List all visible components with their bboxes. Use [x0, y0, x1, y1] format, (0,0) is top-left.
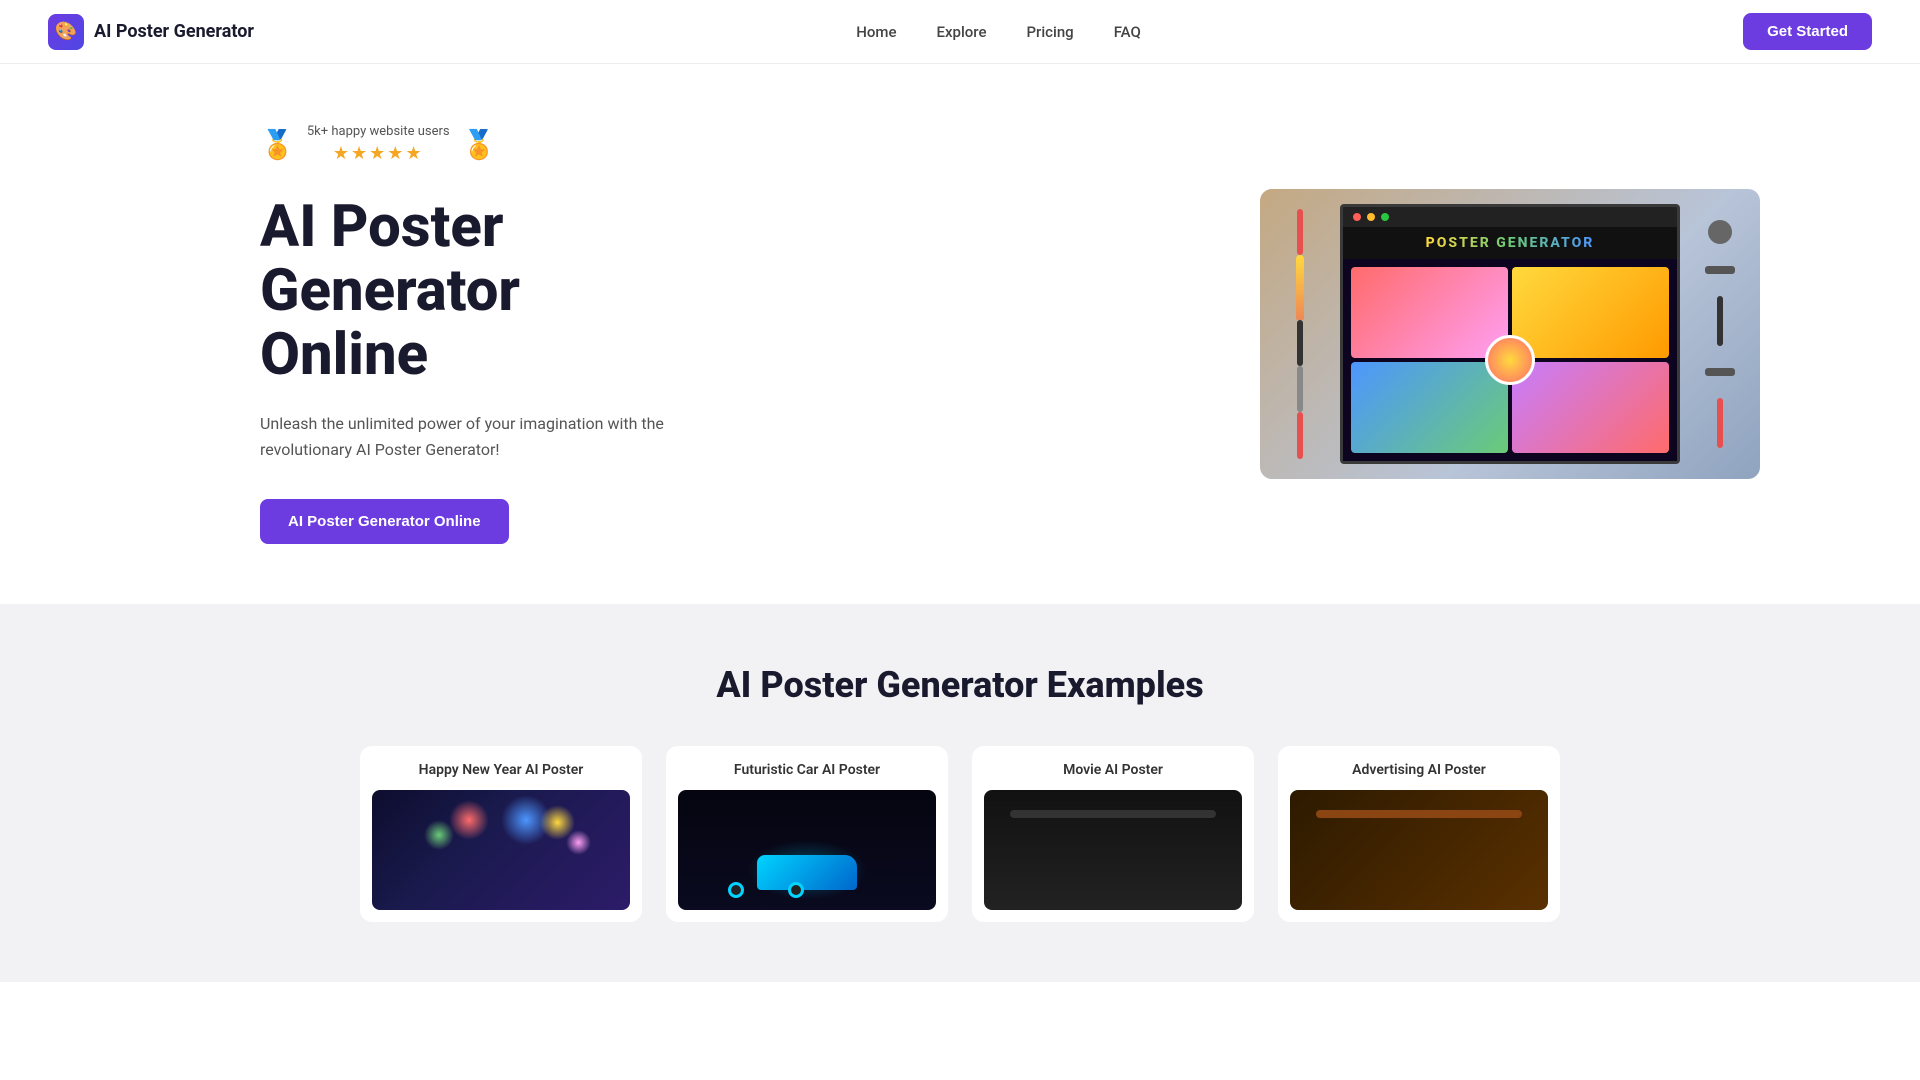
star-rating: ★★★★★ [307, 143, 450, 164]
firework-4 [424, 820, 454, 850]
examples-section: AI Poster Generator Examples Happy New Y… [0, 604, 1920, 982]
tool-dark [1297, 320, 1303, 366]
art-block-3 [1351, 362, 1508, 453]
card-title-car: Futuristic Car AI Poster [666, 746, 948, 790]
tools-right [1680, 189, 1760, 479]
art-block-1 [1351, 267, 1508, 358]
poster-title-text: POSTER GENERATOR [1343, 227, 1677, 259]
card-image-car [678, 790, 936, 910]
car-wheel-1 [728, 882, 744, 898]
hero-image-container: POSTER GENERATOR [1260, 189, 1760, 479]
poster-header [1343, 207, 1677, 227]
hero-image: POSTER GENERATOR [1260, 189, 1760, 479]
laurel-left-icon: 🏅 [260, 128, 295, 161]
examples-title: AI Poster Generator Examples [48, 664, 1872, 706]
laurel-right-icon: 🏅 [462, 128, 497, 161]
nav-home[interactable]: Home [856, 23, 896, 41]
tool-gray1 [1297, 366, 1303, 412]
dot-green [1381, 213, 1389, 221]
example-card-car[interactable]: Futuristic Car AI Poster [666, 746, 948, 922]
art-block-2 [1512, 267, 1669, 358]
movie-bar [1010, 810, 1216, 818]
example-card-new-year[interactable]: Happy New Year AI Poster [360, 746, 642, 922]
tool-rect1 [1705, 266, 1735, 274]
nav-pricing[interactable]: Pricing [1026, 23, 1073, 41]
car-body [757, 855, 857, 890]
tool-red3 [1717, 398, 1723, 448]
example-card-movie[interactable]: Movie AI Poster [972, 746, 1254, 922]
hero-cta-button[interactable]: AI Poster Generator Online [260, 499, 509, 544]
tool-dark2 [1717, 296, 1723, 346]
tool-circle [1708, 220, 1732, 244]
badge-text: 5k+ happy website users [307, 124, 450, 139]
logo-icon: 🎨 [48, 14, 84, 50]
card-title-new-year: Happy New Year AI Poster [360, 746, 642, 790]
nav-explore[interactable]: Explore [937, 23, 987, 41]
tools-left [1260, 189, 1340, 479]
tool-red2 [1297, 412, 1303, 458]
firework-5 [566, 830, 591, 855]
art-center-circle [1485, 335, 1535, 385]
ad-bar [1316, 810, 1522, 818]
navbar: 🎨 AI Poster Generator Home Explore Prici… [0, 0, 1920, 64]
tool-pencil [1296, 255, 1304, 320]
hero-section: 🏅 5k+ happy website users ★★★★★ 🏅 AI Pos… [0, 64, 1920, 604]
poster-frame: POSTER GENERATOR [1340, 204, 1680, 464]
examples-grid: Happy New Year AI Poster Futuristic Car … [360, 746, 1560, 922]
card-title-movie: Movie AI Poster [972, 746, 1254, 790]
hero-description: Unleash the unlimited power of your imag… [260, 411, 740, 462]
logo-text: AI Poster Generator [94, 21, 254, 42]
card-image-movie [984, 790, 1242, 910]
firework-1 [449, 800, 489, 840]
card-title-advertising: Advertising AI Poster [1278, 746, 1560, 790]
hero-badge: 🏅 5k+ happy website users ★★★★★ 🏅 [260, 124, 740, 164]
car-wheel-2 [788, 882, 804, 898]
get-started-button[interactable]: Get Started [1743, 13, 1872, 50]
art-block-4 [1512, 362, 1669, 453]
card-image-new-year [372, 790, 630, 910]
hero-content: 🏅 5k+ happy website users ★★★★★ 🏅 AI Pos… [260, 124, 740, 544]
dot-red [1353, 213, 1361, 221]
example-card-advertising[interactable]: Advertising AI Poster [1278, 746, 1560, 922]
tool-red [1297, 209, 1303, 255]
nav-links: Home Explore Pricing FAQ [856, 23, 1141, 41]
poster-art [1343, 259, 1677, 461]
card-image-advertising [1290, 790, 1548, 910]
tool-rect2 [1705, 368, 1735, 376]
logo[interactable]: 🎨 AI Poster Generator [48, 14, 254, 50]
nav-faq[interactable]: FAQ [1114, 23, 1141, 41]
dot-yellow [1367, 213, 1375, 221]
hero-title: AI Poster Generator Online [260, 196, 740, 387]
